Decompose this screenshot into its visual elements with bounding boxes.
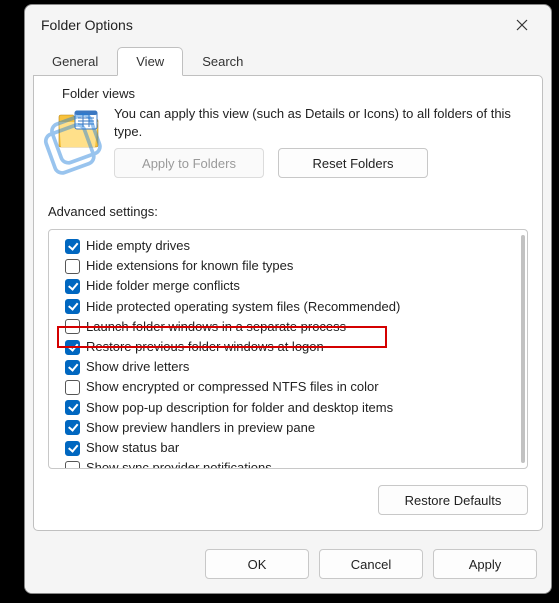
tab-general[interactable]: General [33, 47, 117, 75]
checkbox[interactable] [65, 360, 80, 375]
folder-views-group: Folder views You can apply this view (su… [48, 86, 528, 188]
advanced-setting-label: Show pop-up description for folder and d… [86, 399, 393, 417]
ok-button[interactable]: OK [205, 549, 309, 579]
advanced-setting-label: Hide extensions for known file types [86, 257, 293, 275]
advanced-setting-label: Show preview handlers in preview pane [86, 419, 315, 437]
restore-defaults-button[interactable]: Restore Defaults [378, 485, 528, 515]
tab-view[interactable]: View [117, 47, 183, 76]
advanced-setting-item[interactable]: Show sync provider notifications [63, 458, 517, 469]
advanced-setting-item[interactable]: Hide empty drives [63, 236, 517, 256]
advanced-setting-item[interactable]: Show status bar [63, 438, 517, 458]
apply-to-folders-button: Apply to Folders [114, 148, 264, 178]
advanced-setting-label: Show drive letters [86, 358, 189, 376]
checkbox[interactable] [65, 340, 80, 355]
close-button[interactable] [501, 10, 543, 40]
view-tab-panel: Folder views You can apply this view (su… [33, 75, 543, 531]
checkbox[interactable] [65, 400, 80, 415]
advanced-setting-item[interactable]: Show preview handlers in preview pane [63, 418, 517, 438]
advanced-setting-item[interactable]: Show encrypted or compressed NTFS files … [63, 377, 517, 397]
checkbox[interactable] [65, 239, 80, 254]
checkbox[interactable] [65, 380, 80, 395]
advanced-settings-label: Advanced settings: [48, 204, 528, 219]
checkbox[interactable] [65, 441, 80, 456]
checkbox[interactable] [65, 420, 80, 435]
folder-options-dialog: Folder Options General View Search Folde… [24, 4, 552, 594]
close-icon [516, 19, 528, 31]
checkbox[interactable] [65, 299, 80, 314]
title-bar: Folder Options [25, 5, 551, 45]
cancel-button[interactable]: Cancel [319, 549, 423, 579]
window-title: Folder Options [41, 17, 501, 33]
checkbox[interactable] [65, 319, 80, 334]
checkbox[interactable] [65, 279, 80, 294]
scrollbar[interactable] [521, 235, 525, 463]
advanced-setting-label: Hide protected operating system files (R… [86, 298, 400, 316]
advanced-setting-label: Restore previous folder windows at logon [86, 338, 324, 356]
advanced-setting-item[interactable]: Show pop-up description for folder and d… [63, 398, 517, 418]
advanced-setting-label: Hide folder merge conflicts [86, 277, 240, 295]
advanced-setting-item[interactable]: Show drive letters [63, 357, 517, 377]
advanced-setting-item[interactable]: Hide extensions for known file types [63, 256, 517, 276]
advanced-setting-label: Show encrypted or compressed NTFS files … [86, 378, 379, 396]
tab-search[interactable]: Search [183, 47, 262, 75]
folder-views-description: You can apply this view (such as Details… [114, 105, 522, 140]
advanced-setting-label: Launch folder windows in a separate proc… [86, 318, 346, 336]
tab-strip: General View Search [25, 45, 551, 75]
reset-folders-button[interactable]: Reset Folders [278, 148, 428, 178]
folder-views-icon [56, 107, 102, 151]
advanced-setting-item[interactable]: Hide folder merge conflicts [63, 276, 517, 296]
advanced-setting-label: Hide empty drives [86, 237, 190, 255]
dialog-action-bar: OK Cancel Apply [25, 539, 551, 593]
checkbox[interactable] [65, 259, 80, 274]
advanced-setting-item[interactable]: Hide protected operating system files (R… [63, 297, 517, 317]
advanced-setting-label: Show status bar [86, 439, 179, 457]
checkbox[interactable] [65, 461, 80, 469]
advanced-setting-item[interactable]: Launch folder windows in a separate proc… [63, 317, 517, 337]
advanced-settings-listbox[interactable]: Hide empty drives Hide extensions for kno… [48, 229, 528, 469]
apply-button[interactable]: Apply [433, 549, 537, 579]
folder-views-legend: Folder views [60, 86, 528, 101]
advanced-setting-item[interactable]: Restore previous folder windows at logon [63, 337, 517, 357]
advanced-setting-label: Show sync provider notifications [86, 459, 272, 469]
